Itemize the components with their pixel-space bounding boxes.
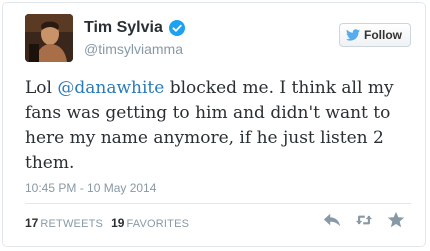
follow-button-label: Follow — [364, 28, 402, 42]
tweet-text-before: Lol — [25, 78, 58, 98]
follow-button[interactable]: Follow — [339, 23, 411, 47]
favorites-count: 19 — [111, 216, 125, 230]
author-avatar[interactable] — [25, 14, 73, 62]
avatar-photo-icon — [25, 14, 73, 62]
author-name-row: Tim Sylvia — [84, 17, 185, 39]
retweets-count: 17 — [25, 216, 39, 230]
retweets-label: RETWEETS — [40, 218, 104, 230]
favorites-stat[interactable]: 19 FAVORITES — [111, 216, 189, 230]
retweet-icon[interactable] — [355, 211, 373, 229]
star-icon[interactable] — [387, 211, 405, 229]
retweets-stat[interactable]: 17 RETWEETS — [25, 216, 103, 230]
mention-link[interactable]: @danawhite — [57, 78, 164, 98]
tweet-text: Lol @danawhite blocked me. I think all m… — [25, 76, 423, 176]
author-handle[interactable]: @timsylviamma — [84, 41, 183, 57]
verified-badge-icon — [168, 20, 185, 36]
embedded-tweet-card: Tim Sylvia @timsylviamma Follow Lol @dan… — [2, 2, 426, 247]
favorites-label: FAVORITES — [126, 218, 190, 230]
author-display-name[interactable]: Tim Sylvia — [84, 19, 163, 37]
tweet-actions — [323, 211, 405, 229]
divider — [25, 203, 411, 204]
reply-icon[interactable] — [323, 211, 341, 229]
twitter-bird-icon — [346, 29, 360, 41]
tweet-stats: 17 RETWEETS 19 FAVORITES — [25, 216, 189, 230]
tweet-timestamp[interactable]: 10:45 PM - 10 May 2014 — [25, 181, 156, 195]
